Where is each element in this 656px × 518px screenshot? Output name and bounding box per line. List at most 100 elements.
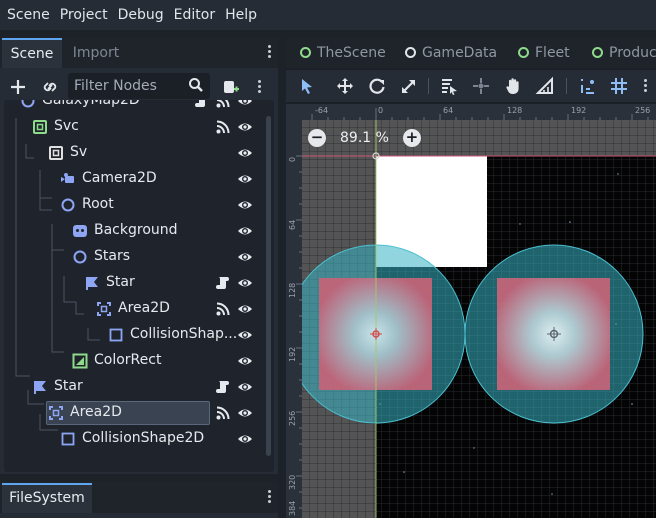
collisionshape2d-icon (60, 431, 76, 447)
tree-node-collisionshape2d[interactable]: CollisionShape2D (4, 426, 266, 452)
visibility-icon[interactable] (237, 171, 253, 187)
ruler-h-label: 128 (507, 106, 522, 115)
signal-icon[interactable] (215, 405, 231, 421)
menu-debug[interactable]: Debug (113, 0, 169, 30)
menu-editor[interactable]: Editor (169, 0, 220, 30)
tree-node-area2d[interactable]: Area2D (4, 400, 266, 426)
scene-dot-icon (592, 47, 603, 58)
menu-scene[interactable]: Scene (2, 0, 55, 30)
subviewport-icon (48, 145, 64, 161)
tab-import[interactable]: Import (66, 38, 126, 68)
visibility-icon[interactable] (237, 431, 253, 447)
pivot-icon[interactable] (470, 75, 492, 97)
colorrect-icon (72, 353, 88, 369)
filesystem-menu-icon[interactable] (268, 490, 272, 505)
scene-tab-fleet[interactable]: Fleet (518, 38, 570, 68)
filter-nodes-input[interactable] (74, 76, 184, 96)
visibility-icon[interactable] (237, 100, 253, 109)
tree-node-galaxymap2d[interactable]: GalaxyMap2D (4, 100, 266, 114)
scene-tab-thescene[interactable]: TheScene (300, 38, 386, 68)
canvas-toolbar (286, 70, 656, 102)
subviewport-container-icon (32, 119, 48, 135)
ruler-icon[interactable] (534, 75, 556, 97)
tree-node-background[interactable]: Background (4, 218, 266, 244)
canvas-viewport[interactable]: -64 0 64 128 192 256 0 64 128 192 256 32… (286, 104, 656, 518)
tree-scrollbar[interactable] (266, 116, 271, 456)
rotate-icon[interactable] (366, 75, 388, 97)
scale-icon[interactable] (398, 75, 420, 97)
tab-scene[interactable]: Scene (2, 38, 62, 68)
tree-node-colorrect[interactable]: ColorRect (4, 348, 266, 374)
dock-menu-icon[interactable] (268, 45, 272, 60)
tree-node-label: Star (106, 274, 135, 290)
menu-project[interactable]: Project (55, 0, 113, 30)
select-icon[interactable] (296, 75, 318, 97)
visibility-icon[interactable] (237, 275, 253, 291)
scene-dot-icon (518, 47, 529, 58)
smart-snap-icon[interactable] (576, 75, 598, 97)
tree-node-label: CollisionShap... (130, 326, 238, 342)
move-icon[interactable] (334, 75, 356, 97)
pan-icon[interactable] (502, 75, 524, 97)
tree-node-star[interactable]: Star (4, 374, 266, 400)
zoom-level[interactable]: 89.1 % (340, 130, 389, 146)
visibility-icon[interactable] (237, 145, 253, 161)
list-select-icon[interactable] (438, 75, 460, 97)
canvas-menu-icon[interactable] (644, 79, 648, 94)
script-icon[interactable] (215, 275, 231, 291)
visibility-icon[interactable] (237, 197, 253, 213)
tree-node-label: Star (54, 378, 83, 394)
scene-toolbar (0, 72, 278, 102)
scene-tab-gamedata[interactable]: GameData (405, 38, 497, 68)
tree-node-star[interactable]: Star (4, 270, 266, 296)
signal-icon[interactable] (215, 119, 231, 135)
scene-dot-icon (300, 47, 311, 58)
tree-node-camera2d[interactable]: Camera2D (4, 166, 266, 192)
tree-node-sv[interactable]: Sv (4, 140, 266, 166)
canvas-scene: -64 0 64 128 192 256 0 64 128 192 256 32… (286, 104, 656, 518)
ruler-v-label: 0 (288, 157, 297, 162)
tree-node-label: GalaxyMap2D (42, 100, 140, 108)
instance-scene-icon[interactable] (38, 74, 62, 100)
ruler-v-label: 256 (288, 411, 297, 426)
visibility-icon[interactable] (237, 119, 253, 135)
scene-tab-produc[interactable]: Produc (592, 38, 656, 68)
script-icon[interactable] (215, 379, 231, 395)
node2d-icon (72, 249, 88, 265)
add-node-icon[interactable] (6, 74, 30, 100)
visibility-icon[interactable] (237, 327, 253, 343)
camera2d-icon (60, 171, 76, 187)
collisionshape2d-icon (108, 327, 124, 343)
tree-node-label: Root (82, 196, 114, 212)
tree-node-label: Background (94, 222, 178, 238)
zoom-in-button[interactable]: + (402, 129, 421, 147)
visibility-icon[interactable] (237, 353, 253, 369)
visibility-icon[interactable] (237, 301, 253, 317)
attach-script-icon[interactable] (218, 74, 242, 100)
visibility-icon[interactable] (237, 405, 253, 421)
ruler-h-label: 256 (635, 106, 650, 115)
menu-help[interactable]: Help (220, 0, 262, 30)
tree-node-area2d[interactable]: Area2D (4, 296, 266, 322)
signal-icon[interactable] (215, 100, 231, 109)
tree-node-root[interactable]: Root (4, 192, 266, 218)
tree-node-stars[interactable]: Stars (4, 244, 266, 270)
parallax-background-icon (72, 223, 88, 239)
ruler-v-label: 320 (288, 475, 297, 490)
ruler-h-label: 64 (443, 106, 453, 115)
visibility-icon[interactable] (237, 223, 253, 239)
tree-node-label: Area2D (118, 300, 170, 316)
filesystem-dock: FileSystem (0, 481, 278, 518)
tree-node-svc[interactable]: Svc (4, 114, 266, 140)
tree-node-label: Sv (70, 144, 88, 160)
tab-filesystem[interactable]: FileSystem (2, 483, 92, 513)
script-icon[interactable] (194, 100, 210, 109)
grid-snap-icon[interactable] (608, 75, 630, 97)
tree-node-collisionshap[interactable]: CollisionShap... (4, 322, 266, 348)
visibility-icon[interactable] (237, 249, 253, 265)
scene-tree-menu-icon[interactable] (258, 80, 262, 95)
menu-bar: Scene Project Debug Editor Help (0, 0, 656, 30)
zoom-out-button[interactable]: − (308, 129, 326, 147)
visibility-icon[interactable] (237, 379, 253, 395)
signal-icon[interactable] (215, 301, 231, 317)
